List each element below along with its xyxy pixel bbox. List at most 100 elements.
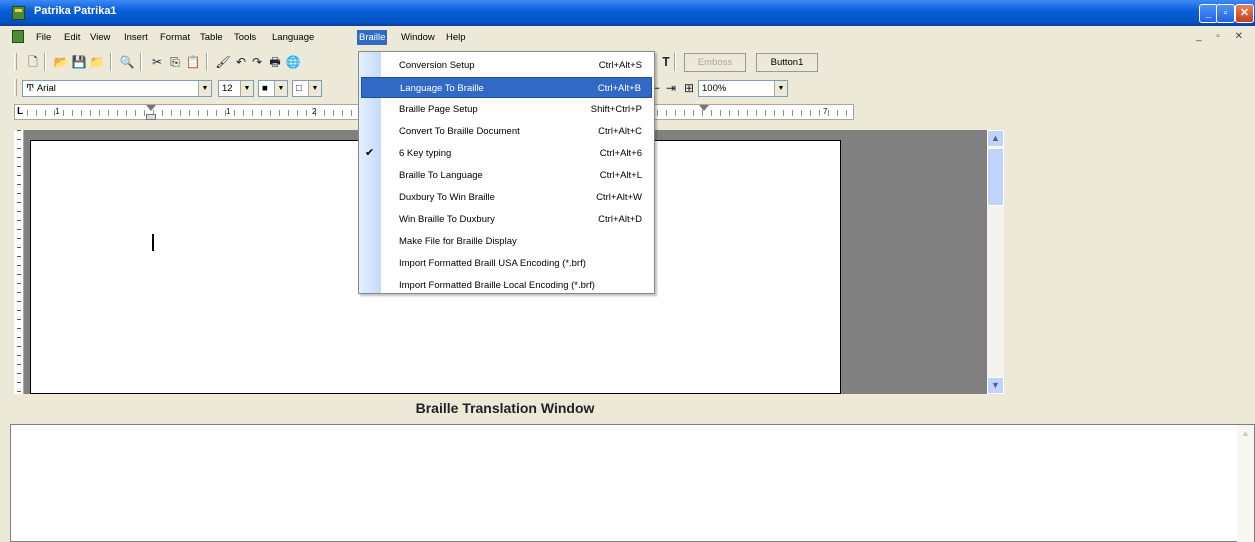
button1-button[interactable]: Button1 <box>756 53 818 72</box>
menu-view[interactable]: View <box>88 30 112 45</box>
menu-language[interactable]: Language <box>270 30 316 45</box>
paste-icon[interactable]: 📋 <box>184 53 202 71</box>
print-icon[interactable]: 🖶 <box>266 53 284 71</box>
border-combo[interactable]: □ ▼ <box>292 80 322 97</box>
menu-item-label: Language To Braille <box>400 83 484 94</box>
menu-item-win-braille-to-duxbury[interactable]: Win Braille To Duxbury Ctrl+Alt+D <box>361 209 652 230</box>
vertical-ruler <box>14 130 24 394</box>
scroll-up-icon[interactable]: ▲ <box>987 130 1004 147</box>
border-icon: □ <box>296 83 302 94</box>
menu-item-6-key-typing[interactable]: ✔ 6 Key typing Ctrl+Alt+6 <box>361 143 652 164</box>
menu-item-import-braill-usa-encoding[interactable]: Import Formatted Braill USA Encoding (*.… <box>361 253 652 274</box>
menu-braille[interactable]: Braille <box>357 30 388 45</box>
menu-item-label: Convert To Braille Document <box>399 126 520 137</box>
new-icon[interactable]: 🗋 <box>24 53 42 71</box>
menu-item-language-to-braille[interactable]: Language To Braille Ctrl+Alt+B <box>361 77 652 98</box>
scroll-down-icon[interactable]: ▼ <box>987 377 1004 394</box>
menu-window[interactable]: Window <box>399 30 437 45</box>
ruler-number: 2 <box>312 107 317 116</box>
ruler-number: 1 <box>226 107 231 116</box>
menu-item-shortcut: Shift+Ctrl+P <box>590 104 642 115</box>
toolbar-grip[interactable] <box>14 53 17 70</box>
scroll-thumb[interactable] <box>987 148 1004 206</box>
left-indent-marker[interactable] <box>146 114 156 120</box>
font-name-combo[interactable]: Ͳ Arial ▼ <box>22 80 212 97</box>
open-icon[interactable]: 📂 <box>52 53 70 71</box>
app-window: Patrika Patrika1 _ ▫ ✕ File Edit View In… <box>0 0 1255 542</box>
menu-item-label: Conversion Setup <box>399 60 475 71</box>
print-preview-icon[interactable]: 🔍 <box>118 53 136 71</box>
first-line-indent-marker[interactable] <box>146 105 156 111</box>
right-indent-marker[interactable] <box>699 105 709 111</box>
menu-edit[interactable]: Edit <box>62 30 82 45</box>
menu-item-label: Braille To Language <box>399 170 483 181</box>
checkmark-icon: ✔ <box>365 147 375 159</box>
menu-insert[interactable]: Insert <box>122 30 150 45</box>
menu-help[interactable]: Help <box>444 30 468 45</box>
increase-indent-icon[interactable]: ⇥ <box>662 79 680 97</box>
chevron-down-icon[interactable]: ▼ <box>308 81 321 96</box>
format-painter-icon[interactable]: 🖌 <box>214 53 232 71</box>
chevron-down-icon[interactable]: ▼ <box>240 81 253 96</box>
cut-icon[interactable]: ✂ <box>148 53 166 71</box>
menu-format[interactable]: Format <box>158 30 192 45</box>
menu-item-label: Make File for Braille Display <box>399 236 517 247</box>
app-icon[interactable] <box>12 6 25 20</box>
menu-bar: File Edit View Insert Format Table Tools… <box>0 27 1255 47</box>
chevron-down-icon[interactable]: ▼ <box>774 81 787 96</box>
color-combo[interactable]: ■ ▼ <box>258 80 288 97</box>
menu-item-conversion-setup[interactable]: Conversion Setup Ctrl+Alt+S <box>361 55 652 76</box>
menu-item-label: Braille Page Setup <box>399 104 478 115</box>
restore-button[interactable]: ▫ <box>1216 4 1235 23</box>
window-title: Patrika Patrika1 <box>34 5 117 17</box>
tab-stop-selector[interactable]: L <box>17 107 26 117</box>
toolbar-separator <box>140 53 142 71</box>
menu-item-shortcut: Ctrl+Alt+C <box>598 126 642 137</box>
menu-item-label: Import Formatted Braill USA Encoding (*.… <box>399 258 586 269</box>
web-icon[interactable]: 🌐 <box>284 53 302 71</box>
scroll-up-icon[interactable]: ▲ <box>1237 425 1254 442</box>
menu-file[interactable]: File <box>34 30 53 45</box>
braille-translation-pane[interactable]: ▲ <box>10 424 1255 542</box>
document-scrollbar[interactable]: ▲ ▼ <box>987 130 1004 394</box>
open-folder-icon[interactable]: 📁 <box>88 53 106 71</box>
copy-icon[interactable]: ⎘ <box>166 53 184 71</box>
menu-item-label: Duxbury To Win Braille <box>399 192 495 203</box>
title-bar: Patrika Patrika1 _ ▫ ✕ <box>0 0 1255 26</box>
menu-item-shortcut: Ctrl+Alt+6 <box>599 148 642 159</box>
save-icon[interactable]: 💾 <box>70 53 88 71</box>
menu-item-shortcut: Ctrl+Alt+S <box>598 60 642 71</box>
close-button[interactable]: ✕ <box>1235 4 1254 23</box>
color-swatch-icon: ■ <box>262 83 268 94</box>
font-size-combo[interactable]: 12 ▼ <box>218 80 254 97</box>
menu-item-label: Win Braille To Duxbury <box>399 214 495 225</box>
braille-translation-title: Braille Translation Window <box>415 400 595 416</box>
menu-item-shortcut: Ctrl+Alt+L <box>599 170 642 181</box>
menu-tools[interactable]: Tools <box>232 30 258 45</box>
menu-item-shortcut: Ctrl+Alt+D <box>598 214 642 225</box>
menu-item-duxbury-to-win-braille[interactable]: Duxbury To Win Braille Ctrl+Alt+W <box>361 187 652 208</box>
emboss-button[interactable]: Emboss <box>684 53 746 72</box>
menu-item-label: Import Formatted Braille Local Encoding … <box>399 280 595 291</box>
menu-table[interactable]: Table <box>198 30 225 45</box>
chevron-down-icon[interactable]: ▼ <box>274 81 287 96</box>
menu-item-convert-to-braille-document[interactable]: Convert To Braille Document Ctrl+Alt+C <box>361 121 652 142</box>
menu-item-braille-to-language[interactable]: Braille To Language Ctrl+Alt+L <box>361 165 652 186</box>
grid-icon[interactable]: ⊞ <box>680 79 698 97</box>
menu-item-label: 6 Key typing <box>399 148 452 159</box>
toolbar-separator <box>110 53 112 71</box>
toolbar-grip[interactable] <box>14 79 17 96</box>
menu-item-import-braille-local-encoding[interactable]: Import Formatted Braille Local Encoding … <box>361 275 652 296</box>
menu-item-make-file-for-braille-display[interactable]: Make File for Braille Display <box>361 231 652 252</box>
zoom-combo[interactable]: 100% ▼ <box>698 80 788 97</box>
document-icon[interactable] <box>12 30 24 43</box>
redo-icon[interactable]: ↷ <box>248 53 266 71</box>
menu-item-braille-page-setup[interactable]: Braille Page Setup Shift+Ctrl+P <box>361 99 652 120</box>
chevron-down-icon[interactable]: ▼ <box>198 81 211 96</box>
text-color-icon[interactable]: 𝐓 <box>657 53 675 71</box>
translation-scrollbar[interactable]: ▲ <box>1237 425 1254 542</box>
mdi-controls[interactable]: _ ▫ ✕ <box>1196 31 1249 42</box>
zoom-value: 100% <box>702 83 727 94</box>
text-caret <box>152 234 154 251</box>
menu-item-shortcut: Ctrl+Alt+W <box>596 192 642 203</box>
